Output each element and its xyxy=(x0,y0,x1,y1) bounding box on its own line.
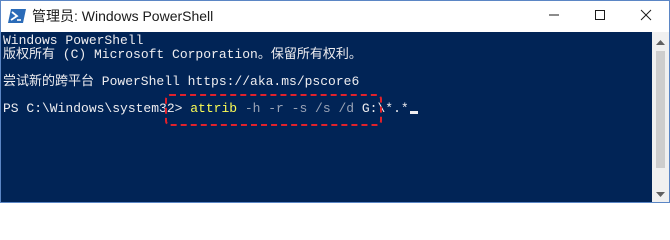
close-icon xyxy=(640,8,652,26)
minimize-button[interactable] xyxy=(531,1,577,32)
console-line-pscore-hint: 尝试新的跨平台 PowerShell https://aka.ms/pscore… xyxy=(3,74,360,89)
powershell-icon xyxy=(8,8,26,24)
console-command-line[interactable]: PS C:\Windows\system32> attrib -h -r -s … xyxy=(3,101,418,117)
minimize-icon xyxy=(548,8,560,26)
text-cursor xyxy=(409,111,418,114)
maximize-icon xyxy=(594,8,606,26)
command-params: -h -r -s /s /d xyxy=(237,101,362,116)
console-line-copyright: 版权所有 (C) Microsoft Corporation。保留所有权利。 xyxy=(3,47,362,62)
vertical-scrollbar[interactable] xyxy=(652,32,669,202)
chevron-up-icon xyxy=(656,32,665,50)
title-bar[interactable]: 管理员: Windows PowerShell xyxy=(1,1,669,32)
scroll-up-button[interactable] xyxy=(652,32,669,49)
chevron-down-icon xyxy=(656,185,665,203)
scrollbar-thumb[interactable] xyxy=(656,51,665,168)
scroll-down-button[interactable] xyxy=(652,185,669,202)
maximize-button[interactable] xyxy=(577,1,623,32)
window-title: 管理员: Windows PowerShell xyxy=(32,8,214,24)
command-argument: G:\*.* xyxy=(361,101,409,116)
command-name: attrib xyxy=(190,101,238,116)
console-output[interactable]: Windows PowerShell 版权所有 (C) Microsoft Co… xyxy=(1,32,652,202)
close-button[interactable] xyxy=(623,1,669,32)
console-prompt: PS C:\Windows\system32> xyxy=(3,101,191,116)
powershell-window: 管理员: Windows PowerShell Windows PowerShe… xyxy=(0,0,670,203)
